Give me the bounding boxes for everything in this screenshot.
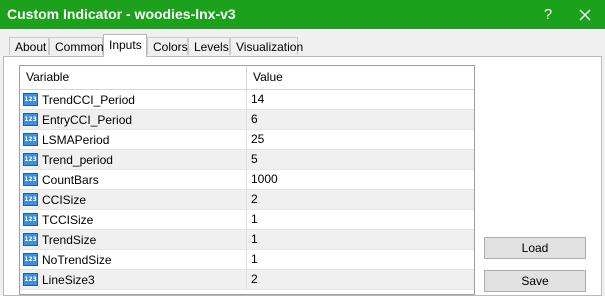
variable-name: TrendSize	[42, 232, 97, 247]
title-bar: Custom Indicator - woodies-lnx-v3 ?	[0, 0, 605, 29]
value-cell[interactable]: 2	[247, 190, 474, 209]
variable-cell: 123 LSMAPeriod	[20, 130, 247, 149]
load-button[interactable]: Load	[484, 237, 586, 259]
integer-type-icon: 123	[23, 153, 38, 166]
value-cell[interactable]: 1	[247, 210, 474, 229]
window-title: Custom Indicator - woodies-lnx-v3	[7, 6, 236, 22]
value-cell[interactable]: 6	[247, 110, 474, 129]
table-row[interactable]: 123 CCISize 2	[20, 190, 474, 210]
variable-name: LineSize3	[42, 272, 95, 287]
close-icon	[579, 9, 591, 20]
column-header-value[interactable]: Value	[247, 66, 474, 89]
integer-type-icon: 123	[23, 233, 38, 246]
variable-cell: 123 NoTrendSize	[20, 250, 247, 269]
value-cell[interactable]: 25	[247, 130, 474, 149]
variable-name: Trend_period	[42, 152, 113, 167]
value-cell[interactable]: 1	[247, 230, 474, 249]
table-row[interactable]: 123 TrendCCI_Period 14	[20, 90, 474, 110]
variable-name: EntryCCI_Period	[42, 112, 133, 127]
value-cell[interactable]: 2	[247, 270, 474, 289]
inputs-grid[interactable]: Variable Value 123 TrendCCI_Period 14 123 En…	[19, 65, 475, 295]
table-row[interactable]: 123 LSMAPeriod 25	[20, 130, 474, 150]
tab-common[interactable]: Common	[49, 37, 104, 55]
value-cell[interactable]: 1000	[247, 170, 474, 189]
table-row[interactable]: 123 TrendSize 1	[20, 230, 474, 250]
integer-type-icon: 123	[23, 93, 38, 106]
integer-type-icon: 123	[23, 133, 38, 146]
value-cell[interactable]: 5	[247, 150, 474, 169]
tab-levels[interactable]: Levels	[188, 37, 230, 55]
integer-type-icon: 123	[23, 213, 38, 226]
tab-colors[interactable]: Colors	[147, 37, 188, 55]
help-button[interactable]: ?	[528, 0, 568, 29]
tab-about[interactable]: About	[9, 37, 49, 55]
grid-header: Variable Value	[20, 66, 474, 90]
integer-type-icon: 123	[23, 173, 38, 186]
variable-name: CCISize	[42, 192, 87, 207]
variable-cell: 123 CountBars	[20, 170, 247, 189]
table-row[interactable]: 123 CountBars 1000	[20, 170, 474, 190]
variable-name: NoTrendSize	[42, 252, 112, 267]
table-row[interactable]: 123 TCCISize 1	[20, 210, 474, 230]
variable-cell: 123 Trend_period	[20, 150, 247, 169]
table-row[interactable]: 123 NoTrendSize 1	[20, 250, 474, 270]
variable-cell: 123 TrendSize	[20, 230, 247, 249]
tab-visualization[interactable]: Visualization	[230, 37, 303, 55]
variable-cell: 123 LineSize3	[20, 270, 247, 289]
integer-type-icon: 123	[23, 273, 38, 286]
help-icon: ?	[543, 6, 553, 23]
grid-rows: 123 TrendCCI_Period 14 123 EntryCCI_Period 6 1…	[20, 90, 474, 290]
close-button[interactable]	[565, 0, 605, 29]
value-cell[interactable]: 14	[247, 90, 474, 109]
variable-name: LSMAPeriod	[42, 132, 110, 147]
table-row[interactable]: 123 Trend_period 5	[20, 150, 474, 170]
variable-cell: 123 CCISize	[20, 190, 247, 209]
save-button[interactable]: Save	[484, 270, 586, 292]
column-header-variable[interactable]: Variable	[20, 66, 247, 89]
value-cell[interactable]: 1	[247, 250, 474, 269]
integer-type-icon: 123	[23, 113, 38, 126]
variable-cell: 123 TCCISize	[20, 210, 247, 229]
tab-inputs[interactable]: Inputs	[103, 34, 147, 57]
tab-strip: About Common Inputs Colors Levels Visual…	[0, 29, 605, 57]
variable-name: TCCISize	[42, 212, 94, 227]
table-row[interactable]: 123 EntryCCI_Period 6	[20, 110, 474, 130]
variable-cell: 123 EntryCCI_Period	[20, 110, 247, 129]
variable-cell: 123 TrendCCI_Period	[20, 90, 247, 109]
integer-type-icon: 123	[23, 193, 38, 206]
variable-name: CountBars	[42, 172, 99, 187]
variable-name: TrendCCI_Period	[42, 92, 135, 107]
integer-type-icon: 123	[23, 253, 38, 266]
table-row[interactable]: 123 LineSize3 2	[20, 270, 474, 290]
